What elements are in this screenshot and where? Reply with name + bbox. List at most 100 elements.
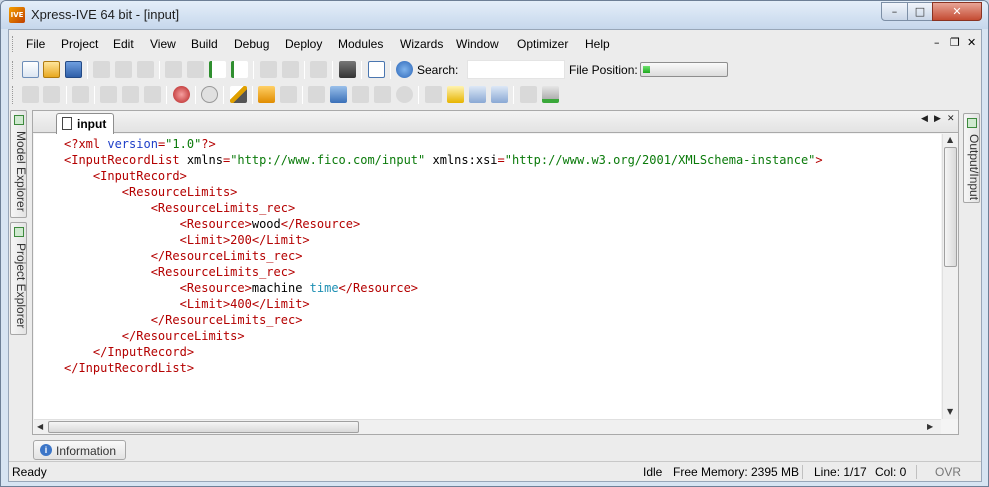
mdi-restore-button[interactable]: ❐ bbox=[950, 36, 960, 49]
run-icon[interactable] bbox=[330, 86, 347, 103]
scroll-down-icon[interactable]: ▼ bbox=[947, 407, 953, 416]
code-token: </InputRecordList> bbox=[64, 361, 195, 375]
find-replace-icon[interactable] bbox=[310, 61, 327, 78]
menu-build[interactable]: Build bbox=[191, 37, 218, 51]
mdi-close-button[interactable]: ✕ bbox=[967, 36, 976, 49]
toolbar-grip[interactable] bbox=[12, 86, 15, 104]
redo-icon[interactable] bbox=[282, 61, 299, 78]
menu-deploy[interactable]: Deploy bbox=[285, 37, 322, 51]
code-line[interactable]: <ResourceLimits_rec> bbox=[64, 200, 823, 216]
menu-debug[interactable]: Debug bbox=[234, 37, 269, 51]
title-bar[interactable]: IVE Xpress-IVE 64 bit - [input] – □ ✕ bbox=[1, 1, 988, 29]
scroll-left-icon[interactable]: ◀ bbox=[37, 422, 43, 431]
code-line[interactable]: <ResourceLimits_rec> bbox=[64, 264, 823, 280]
tab-prev-icon[interactable]: ◀ bbox=[921, 114, 928, 124]
information-tab[interactable]: i Information bbox=[33, 440, 126, 460]
move-down-icon[interactable] bbox=[231, 61, 248, 78]
vertical-scrollbar[interactable]: ▲ ▼ bbox=[942, 134, 958, 419]
tab-input[interactable]: input bbox=[56, 113, 114, 134]
cube-icon[interactable] bbox=[520, 86, 537, 103]
package-icon[interactable] bbox=[258, 86, 275, 103]
model-explorer-tab[interactable]: Model Explorer bbox=[10, 110, 28, 218]
debug-bug-icon[interactable] bbox=[173, 86, 190, 103]
code-line[interactable]: </InputRecord> bbox=[64, 344, 823, 360]
code-line[interactable]: <?xml version="1.0"?> bbox=[64, 136, 823, 152]
paste-icon[interactable] bbox=[137, 61, 154, 78]
table-icon[interactable] bbox=[469, 86, 486, 103]
tab-next-icon[interactable]: ▶ bbox=[934, 114, 941, 124]
toolbar-grip[interactable] bbox=[12, 61, 15, 79]
undo-icon[interactable] bbox=[260, 61, 277, 78]
vertical-scroll-thumb[interactable] bbox=[944, 147, 957, 267]
stop-icon[interactable] bbox=[396, 86, 413, 103]
cube-add-icon[interactable] bbox=[542, 86, 559, 103]
menu-file[interactable]: File bbox=[26, 37, 45, 51]
menu-modules[interactable]: Modules bbox=[338, 37, 383, 51]
search-input[interactable] bbox=[467, 60, 565, 79]
menu-wizards[interactable]: Wizards bbox=[400, 37, 443, 51]
branch-icon[interactable] bbox=[122, 86, 139, 103]
wizard-wand-icon[interactable] bbox=[230, 86, 247, 103]
menu-help[interactable]: Help bbox=[585, 37, 610, 51]
code-line[interactable]: </ResourceLimits_rec> bbox=[64, 312, 823, 328]
indent-right-icon[interactable] bbox=[187, 61, 204, 78]
settings-icon[interactable] bbox=[72, 86, 89, 103]
sort-icon[interactable] bbox=[144, 86, 161, 103]
step-over-icon[interactable] bbox=[43, 86, 60, 103]
move-up-icon[interactable] bbox=[209, 61, 226, 78]
menu-optimizer[interactable]: Optimizer bbox=[517, 37, 568, 51]
code-line[interactable]: <Limit>200</Limit> bbox=[64, 232, 823, 248]
indent-left-icon[interactable] bbox=[165, 61, 182, 78]
clock-icon[interactable] bbox=[201, 86, 218, 103]
project-explorer-tab[interactable]: Project Explorer bbox=[10, 222, 28, 335]
code-editor[interactable]: <?xml version="1.0"?> <InputRecordList xm… bbox=[34, 134, 941, 419]
window-icon[interactable] bbox=[425, 86, 442, 103]
toolbar-separator bbox=[332, 61, 333, 79]
new-file-icon[interactable] bbox=[22, 61, 39, 78]
code-token: </ResourceLimits_rec> bbox=[150, 313, 303, 327]
mdi-minimize-button[interactable]: – bbox=[934, 36, 940, 49]
code-token: 200 bbox=[230, 233, 252, 247]
copy-icon[interactable] bbox=[115, 61, 132, 78]
windows-icon[interactable] bbox=[491, 86, 508, 103]
maximize-button[interactable]: □ bbox=[907, 2, 933, 21]
horizontal-scrollbar[interactable]: ◀ ▶ bbox=[34, 419, 941, 434]
cut-icon[interactable] bbox=[93, 61, 110, 78]
menu-window[interactable]: Window bbox=[456, 37, 499, 51]
save-icon[interactable] bbox=[65, 61, 82, 78]
scroll-right-icon[interactable]: ▶ bbox=[927, 422, 933, 431]
code-token: </Limit> bbox=[251, 297, 310, 311]
menu-edit[interactable]: Edit bbox=[113, 37, 134, 51]
code-line[interactable]: <Limit>400</Limit> bbox=[64, 296, 823, 312]
layout-icon[interactable] bbox=[368, 61, 385, 78]
pause-icon[interactable] bbox=[374, 86, 391, 103]
code-line[interactable]: <ResourceLimits> bbox=[64, 184, 823, 200]
horizontal-scroll-thumb[interactable] bbox=[48, 421, 359, 433]
tree-icon[interactable] bbox=[100, 86, 117, 103]
resume-icon[interactable] bbox=[352, 86, 369, 103]
step-icon[interactable] bbox=[22, 86, 39, 103]
code-line[interactable]: <Resource>machine time</Resource> bbox=[64, 280, 823, 296]
search-label: Search: bbox=[417, 63, 459, 77]
open-folder-icon[interactable] bbox=[43, 61, 60, 78]
tab-close-icon[interactable]: ✕ bbox=[947, 114, 955, 124]
code-line[interactable]: </InputRecordList> bbox=[64, 360, 823, 376]
code-line[interactable]: </ResourceLimits_rec> bbox=[64, 248, 823, 264]
scroll-up-icon[interactable]: ▲ bbox=[947, 135, 953, 144]
menubar-grip[interactable] bbox=[12, 36, 15, 52]
menu-view[interactable]: View bbox=[150, 37, 176, 51]
code-line[interactable]: <Resource>wood</Resource> bbox=[64, 216, 823, 232]
output-input-tab[interactable]: Output/Input bbox=[963, 113, 981, 203]
binoculars-icon[interactable] bbox=[339, 61, 356, 78]
help-icon[interactable] bbox=[396, 61, 413, 78]
code-line[interactable]: <InputRecord> bbox=[64, 168, 823, 184]
minimize-button[interactable]: – bbox=[881, 2, 908, 21]
code-line[interactable]: <InputRecordList xmlns = "http://www.fico.… bbox=[64, 152, 823, 168]
package-gray-icon[interactable] bbox=[280, 86, 297, 103]
code-text[interactable]: <?xml version="1.0"?> <InputRecordList xm… bbox=[64, 136, 823, 376]
gear-icon[interactable] bbox=[308, 86, 325, 103]
menu-project[interactable]: Project bbox=[61, 37, 98, 51]
note-icon[interactable] bbox=[447, 86, 464, 103]
code-line[interactable]: </ResourceLimits> bbox=[64, 328, 823, 344]
close-button[interactable]: ✕ bbox=[932, 2, 982, 21]
